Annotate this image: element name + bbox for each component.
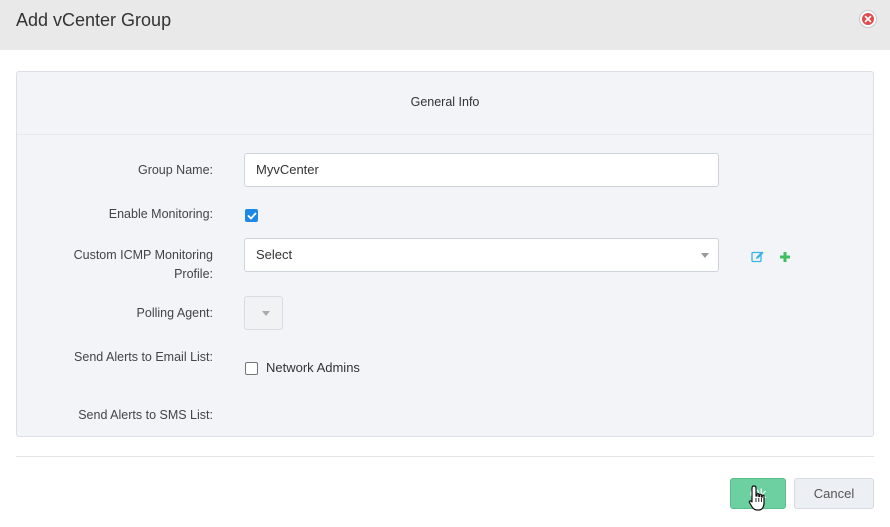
footer-divider	[16, 456, 874, 457]
group-name-label: Group Name:	[137, 163, 213, 177]
icmp-profile-label-line2: Profile:	[174, 267, 213, 281]
network-admins-checkbox[interactable]	[245, 362, 258, 375]
checkmark-icon	[247, 212, 257, 220]
cancel-button[interactable]: Cancel	[794, 478, 874, 509]
edit-icon[interactable]	[751, 250, 765, 264]
polling-agent-label: Polling Agent:	[136, 306, 213, 320]
network-admins-label[interactable]: Network Admins	[266, 360, 360, 375]
general-info-panel: General Info Group Name: MyvCenter Enabl…	[16, 71, 874, 437]
panel-title: General Info	[410, 95, 480, 109]
icmp-profile-label-line1: Custom ICMP Monitoring	[73, 248, 213, 262]
group-name-input[interactable]: MyvCenter	[244, 153, 719, 187]
icmp-profile-select[interactable]: Select	[244, 238, 719, 272]
chevron-down-icon	[262, 311, 270, 316]
dialog-title: Add vCenter Group	[16, 10, 172, 30]
sms-list-label: Send Alerts to SMS List:	[78, 408, 213, 422]
close-x-icon	[864, 15, 872, 23]
email-list-label: Send Alerts to Email List:	[74, 350, 213, 364]
add-icon[interactable]	[778, 250, 792, 264]
icmp-profile-select-value: Select	[256, 247, 293, 262]
dialog-header: Add vCenter Group	[0, 0, 890, 50]
enable-monitoring-checkbox[interactable]	[245, 209, 258, 222]
enable-monitoring-label: Enable Monitoring:	[108, 207, 213, 221]
hand-cursor-icon	[748, 485, 765, 511]
close-button[interactable]	[859, 10, 877, 28]
chevron-down-icon	[701, 253, 709, 258]
panel-divider	[17, 134, 873, 135]
polling-agent-select[interactable]	[244, 296, 283, 330]
